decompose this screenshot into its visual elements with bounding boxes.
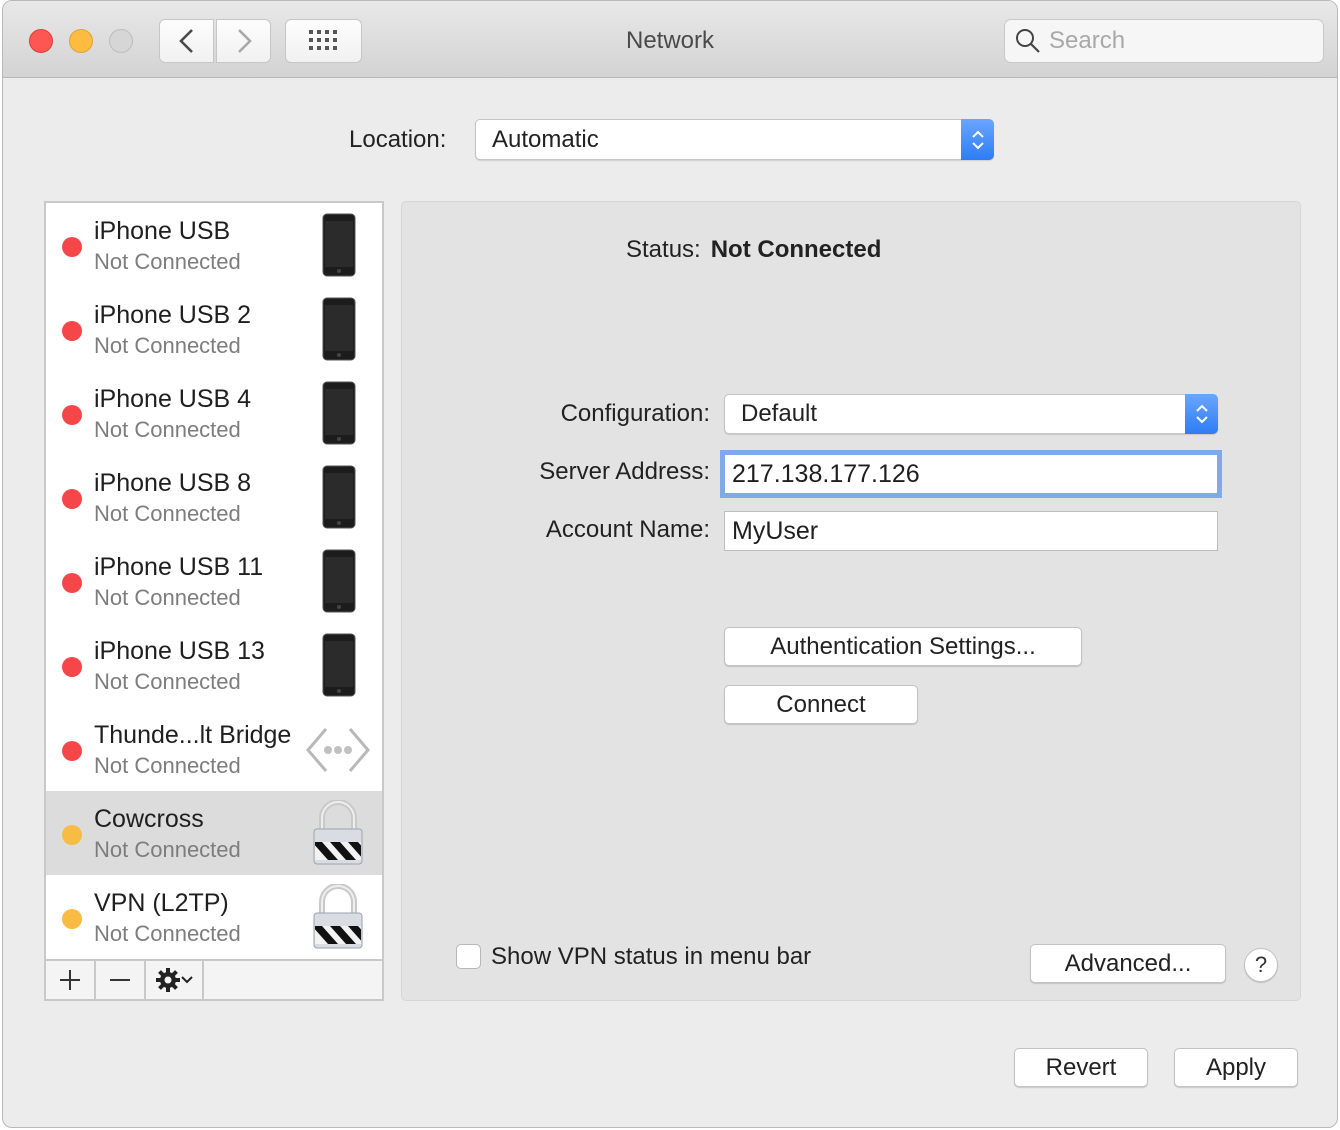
- service-name: iPhone USB 8: [94, 469, 252, 497]
- service-name: Thunde...lt Bridge: [94, 721, 292, 749]
- service-status: Not Connected: [94, 585, 241, 610]
- server-address-input[interactable]: [732, 459, 1217, 489]
- show-vpn-status-checkbox[interactable]: [456, 944, 481, 969]
- location-label: Location:: [349, 126, 447, 153]
- search-field[interactable]: [1004, 19, 1324, 63]
- status-dot: [62, 657, 82, 677]
- service-status: Not Connected: [94, 753, 241, 778]
- authentication-settings-button[interactable]: Authentication Settings...: [724, 627, 1082, 666]
- show-vpn-status-label: Show VPN status in menu bar: [491, 943, 812, 970]
- service-row[interactable]: Thunde...lt Bridge Not Connected: [46, 707, 382, 791]
- service-row[interactable]: iPhone USB 2 Not Connected: [46, 287, 382, 371]
- chevron-down-icon: [181, 976, 193, 984]
- service-row[interactable]: iPhone USB 11 Not Connected: [46, 539, 382, 623]
- iphone-icon: [322, 381, 356, 450]
- account-name-input[interactable]: [732, 516, 1217, 546]
- service-status: Not Connected: [94, 921, 241, 946]
- status-dot: [62, 405, 82, 425]
- service-list: iPhone USB Not Connected iPhone USB 2 Not C…: [44, 201, 384, 1001]
- thunderbolt-bridge-icon: [306, 725, 370, 780]
- status-dot: [62, 573, 82, 593]
- service-row[interactable]: iPhone USB Not Connected: [46, 203, 382, 287]
- service-row[interactable]: Cowcross Not Connected: [46, 791, 382, 875]
- vpn-lock-icon: [312, 883, 364, 955]
- configuration-popup[interactable]: Default: [724, 394, 1218, 434]
- status-dot: [62, 741, 82, 761]
- remove-service-button[interactable]: [96, 961, 146, 999]
- plus-icon: [60, 970, 80, 990]
- server-address-label: Server Address:: [539, 458, 710, 485]
- service-status: Not Connected: [94, 249, 241, 274]
- account-name-label: Account Name:: [545, 516, 710, 543]
- connection-status: Status: Not Connected: [626, 236, 881, 264]
- status-dot: [62, 489, 82, 509]
- search-input[interactable]: [1049, 27, 1309, 55]
- iphone-icon: [322, 465, 356, 534]
- revert-button[interactable]: Revert: [1014, 1048, 1148, 1087]
- status-label: Status:: [626, 236, 701, 263]
- search-icon: [1016, 29, 1040, 53]
- service-status: Not Connected: [94, 837, 241, 862]
- iphone-icon: [322, 297, 356, 366]
- configuration-label: Configuration:: [560, 400, 710, 427]
- service-name: iPhone USB 2: [94, 301, 252, 329]
- service-name: Cowcross: [94, 805, 204, 833]
- service-name: iPhone USB 11: [94, 553, 264, 581]
- configuration-value: Default: [741, 400, 818, 427]
- service-status: Not Connected: [94, 417, 241, 442]
- service-row[interactable]: iPhone USB 8 Not Connected: [46, 455, 382, 539]
- location-popup[interactable]: Automatic: [475, 119, 994, 160]
- location-value: Automatic: [492, 125, 599, 153]
- iphone-icon: [322, 213, 356, 282]
- network-preferences-window: Network Location: Automatic iPhone USB No…: [2, 0, 1338, 1128]
- minus-icon: [110, 979, 130, 981]
- help-button[interactable]: ?: [1244, 948, 1278, 982]
- service-status: Not Connected: [94, 333, 241, 358]
- service-list-toolbar: [46, 959, 382, 999]
- titlebar: Network: [3, 1, 1337, 78]
- service-status: Not Connected: [94, 669, 241, 694]
- add-service-button[interactable]: [46, 961, 96, 999]
- service-row[interactable]: iPhone USB 4 Not Connected: [46, 371, 382, 455]
- popup-arrows-icon: [961, 119, 994, 160]
- account-name-field[interactable]: [724, 511, 1218, 551]
- apply-button[interactable]: Apply: [1174, 1048, 1298, 1087]
- service-name: VPN (L2TP): [94, 889, 229, 917]
- iphone-icon: [322, 549, 356, 618]
- iphone-icon: [322, 633, 356, 702]
- status-dot: [62, 321, 82, 341]
- service-row[interactable]: iPhone USB 13 Not Connected: [46, 623, 382, 707]
- status-dot: [62, 237, 82, 257]
- service-actions-menu-button[interactable]: [146, 961, 204, 999]
- status-dot: [62, 825, 82, 845]
- connect-button[interactable]: Connect: [724, 685, 918, 724]
- service-name: iPhone USB 4: [94, 385, 252, 413]
- vpn-detail-panel: Status: Not Connected Configuration: Defa…: [401, 201, 1301, 1001]
- advanced-button[interactable]: Advanced...: [1030, 944, 1226, 983]
- gear-icon: [156, 968, 180, 992]
- service-row[interactable]: VPN (L2TP) Not Connected: [46, 875, 382, 959]
- service-name: iPhone USB: [94, 217, 231, 245]
- vpn-lock-icon: [312, 799, 364, 871]
- status-value: Not Connected: [710, 236, 882, 263]
- service-status: Not Connected: [94, 501, 241, 526]
- service-name: iPhone USB 13: [94, 637, 265, 665]
- popup-arrows-icon: [1185, 394, 1218, 434]
- server-address-field[interactable]: [724, 454, 1218, 494]
- status-dot: [62, 909, 82, 929]
